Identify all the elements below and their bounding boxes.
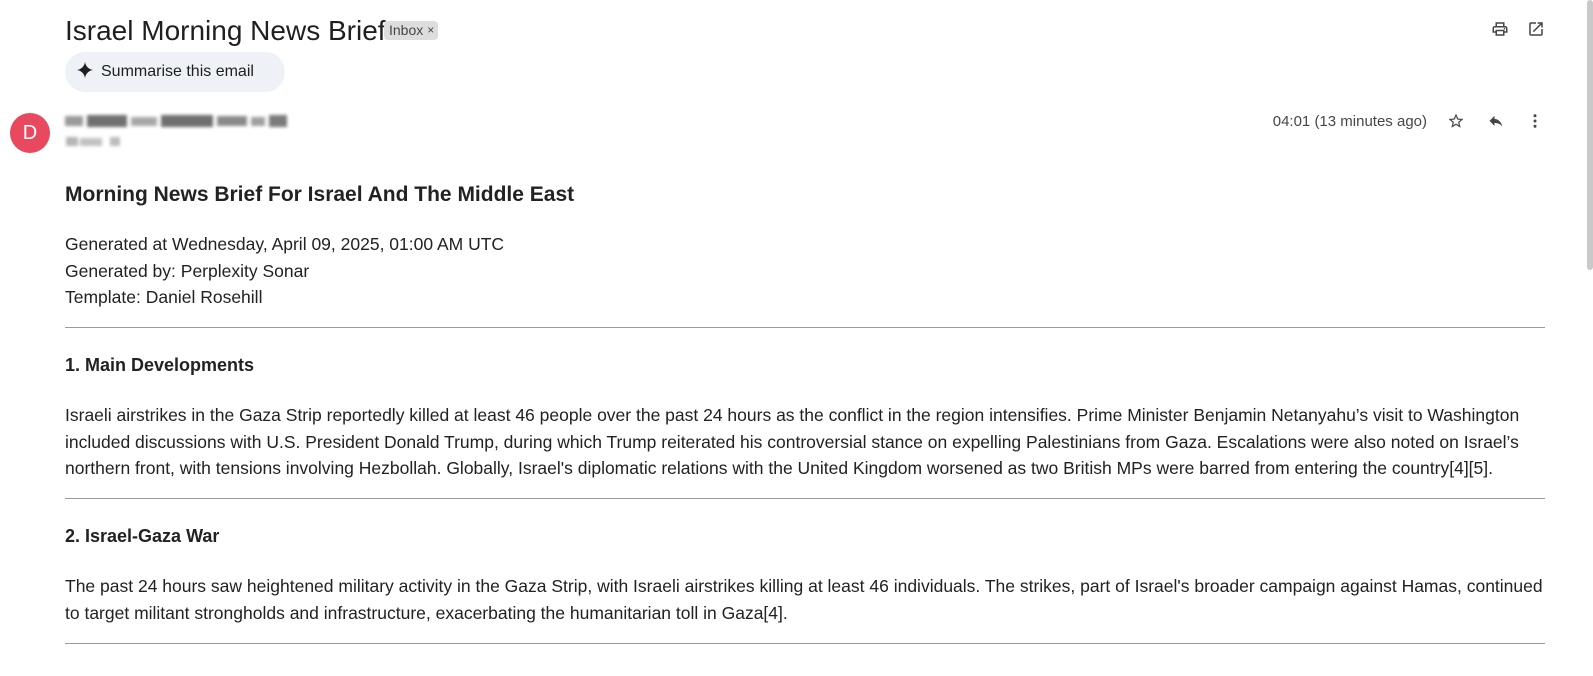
reply-button[interactable] — [1484, 111, 1508, 135]
divider — [65, 327, 1545, 328]
star-button[interactable] — [1444, 111, 1468, 135]
print-icon — [1491, 20, 1509, 43]
more-vert-icon — [1526, 112, 1544, 135]
inbox-label-chip[interactable]: Inbox × — [384, 21, 439, 40]
meta-generated-by: Generated by: Perplexity Sonar — [65, 261, 310, 281]
recipient-redacted[interactable] — [66, 135, 122, 153]
sparkle-icon — [75, 60, 95, 85]
inbox-label-text: Inbox — [389, 22, 424, 38]
summarise-label: Summarise this email — [101, 63, 254, 80]
reply-icon — [1487, 112, 1505, 135]
sender-avatar[interactable]: D — [10, 113, 50, 153]
open-in-new-window-button[interactable] — [1526, 21, 1546, 41]
print-button[interactable] — [1490, 21, 1510, 41]
divider — [65, 643, 1545, 644]
scrollbar[interactable] — [1587, 0, 1593, 270]
section-paragraph: Israeli airstrikes in the Gaza Strip rep… — [65, 405, 1520, 478]
meta-generated-at: Generated at Wednesday, April 09, 2025, … — [65, 234, 505, 254]
email-subject: Israel Morning News Brief — [65, 15, 386, 46]
brief-title: Morning News Brief For Israel And The Mi… — [65, 183, 575, 206]
summarise-email-button[interactable]: Summarise this email — [65, 52, 285, 92]
star-icon — [1447, 112, 1465, 135]
section-paragraph: The past 24 hours saw heightened militar… — [65, 576, 1543, 623]
sender-address-redacted[interactable] — [65, 114, 287, 135]
divider — [65, 498, 1545, 499]
section-heading: 1. Main Developments — [65, 355, 255, 375]
open-in-new-icon — [1527, 20, 1545, 43]
more-options-button[interactable] — [1523, 111, 1547, 135]
remove-label-button[interactable]: × — [427, 21, 434, 40]
section-heading: 2. Israel-Gaza War — [65, 526, 220, 546]
email-timestamp: 04:01 (13 minutes ago) — [1272, 113, 1427, 130]
meta-template: Template: Daniel Rosehill — [65, 287, 263, 307]
